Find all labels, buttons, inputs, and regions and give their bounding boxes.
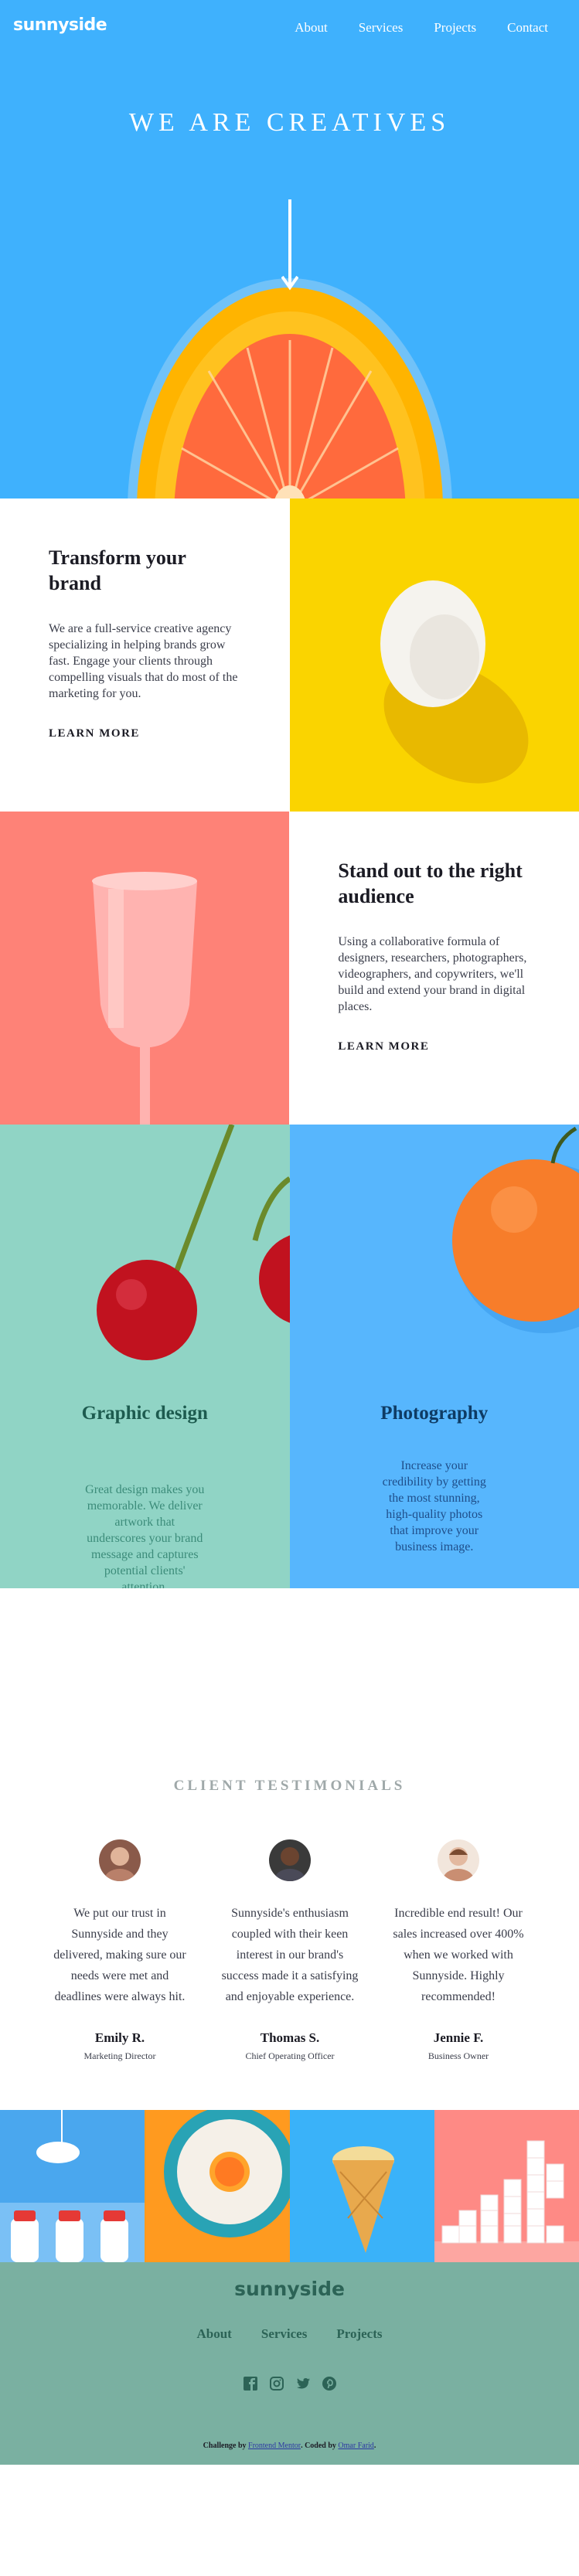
main-nav: About Services Projects Contact — [264, 20, 548, 36]
arrow-down-icon[interactable] — [281, 199, 298, 292]
service-body: Increase your credibility by getting the… — [382, 1459, 486, 1553]
feature-row-2: Stand out to the right audience Using a … — [0, 812, 579, 1125]
testimonial-quote: Incredible end result! Our sales increas… — [393, 1907, 524, 2003]
testimonial-card: Sunnyside's enthusiasm coupled with thei… — [216, 1839, 363, 2062]
logo[interactable]: sunnyside — [13, 15, 107, 35]
feature-body: Using a collaborative formula of designe… — [338, 935, 527, 1013]
footer: sunnyside About Services Projects Challe… — [0, 2262, 579, 2465]
orange-illustration — [128, 278, 452, 499]
feature-row-1: Transform your brand We are a full-servi… — [0, 499, 579, 812]
instagram-icon[interactable] — [269, 2376, 284, 2391]
feature-text-1: Transform your brand We are a full-servi… — [0, 499, 290, 812]
testimonial-card: We put our trust in Sunnyside and they d… — [46, 1839, 193, 2062]
egg-illustration — [380, 580, 529, 784]
twitter-icon[interactable] — [295, 2376, 311, 2391]
feature-body: We are a full-service creative agency sp… — [49, 622, 238, 700]
hero-section: sunnyside About Services Projects Contac… — [0, 0, 579, 499]
testimonial-name: Emily R. — [94, 2030, 145, 2045]
attribution-prefix: Challenge by — [203, 2442, 247, 2450]
services-row: Graphic design Great design makes you me… — [0, 1125, 579, 1588]
feature-title: Transform your brand — [49, 546, 186, 594]
footer-nav-projects[interactable]: Projects — [336, 2326, 382, 2342]
gallery-cone — [289, 2110, 434, 2262]
service-title: Graphic design — [81, 1403, 208, 1424]
testimonial-quote: We put our trust in Sunnyside and they d… — [53, 1907, 186, 2003]
pinterest-icon[interactable] — [322, 2376, 337, 2391]
footer-nav: About Services Projects — [0, 2326, 579, 2342]
nav-projects[interactable]: Projects — [434, 20, 476, 36]
attribution-mid: . Coded by — [301, 2442, 336, 2450]
footer-nav-services[interactable]: Services — [261, 2326, 307, 2342]
service-body: Great design makes you memorable. We del… — [85, 1483, 205, 1588]
avatar — [99, 1839, 141, 1881]
testimonial-name: Jennie F. — [433, 2030, 484, 2045]
footer-nav-about[interactable]: About — [197, 2326, 232, 2342]
facebook-icon[interactable] — [243, 2376, 258, 2391]
gallery-sugar-cubes — [434, 2110, 579, 2262]
learn-more-link[interactable]: LEARN MORE — [335, 1040, 432, 1057]
nav-services[interactable]: Services — [359, 20, 404, 36]
gallery-orange-plate — [145, 2110, 290, 2262]
feature-title: Stand out to the right audience — [338, 859, 523, 907]
footer-logo[interactable]: sunnyside — [0, 2278, 579, 2300]
attribution-suffix: . — [373, 2442, 376, 2450]
testimonial-role: Marketing Director — [83, 2050, 156, 2061]
frontend-mentor-link[interactable]: Frontend Mentor — [248, 2442, 301, 2450]
testimonial-name: Thomas S. — [260, 2030, 320, 2045]
testimonial-role: Chief Operating Officer — [245, 2050, 335, 2061]
image-gallery — [0, 2110, 579, 2262]
social-links — [0, 2376, 579, 2391]
learn-more-link[interactable]: LEARN MORE — [46, 727, 142, 744]
cup-image — [0, 812, 290, 1125]
avatar — [438, 1839, 479, 1881]
glass-illustration — [92, 872, 197, 1125]
service-graphic-design: Graphic design Great design makes you me… — [0, 1125, 290, 1588]
avatar — [269, 1839, 311, 1881]
nav-about[interactable]: About — [295, 20, 328, 36]
service-photography: Photography Increase your credibility by… — [289, 1125, 579, 1588]
service-title: Photography — [380, 1403, 489, 1424]
egg-image — [289, 499, 579, 812]
gallery-milk-bottles — [0, 2110, 145, 2262]
testimonials-heading: CLIENT TESTIMONIALS — [173, 1778, 406, 1794]
author-link[interactable]: Omar Farid — [338, 2442, 373, 2450]
testimonial-role: Business Owner — [427, 2050, 489, 2061]
testimonial-quote: Sunnyside's enthusiasm coupled with thei… — [221, 1907, 359, 2003]
attribution: Challenge by Frontend Mentor. Coded by O… — [0, 2442, 579, 2450]
hero-title: WE ARE CREATIVES — [128, 108, 451, 137]
nav-contact[interactable]: Contact — [507, 20, 548, 36]
testimonials-section: CLIENT TESTIMONIALS We put our trust in … — [0, 1588, 579, 2110]
feature-text-2: Stand out to the right audience Using a … — [289, 812, 579, 1125]
testimonial-card: Incredible end result! Our sales increas… — [385, 1839, 532, 2062]
